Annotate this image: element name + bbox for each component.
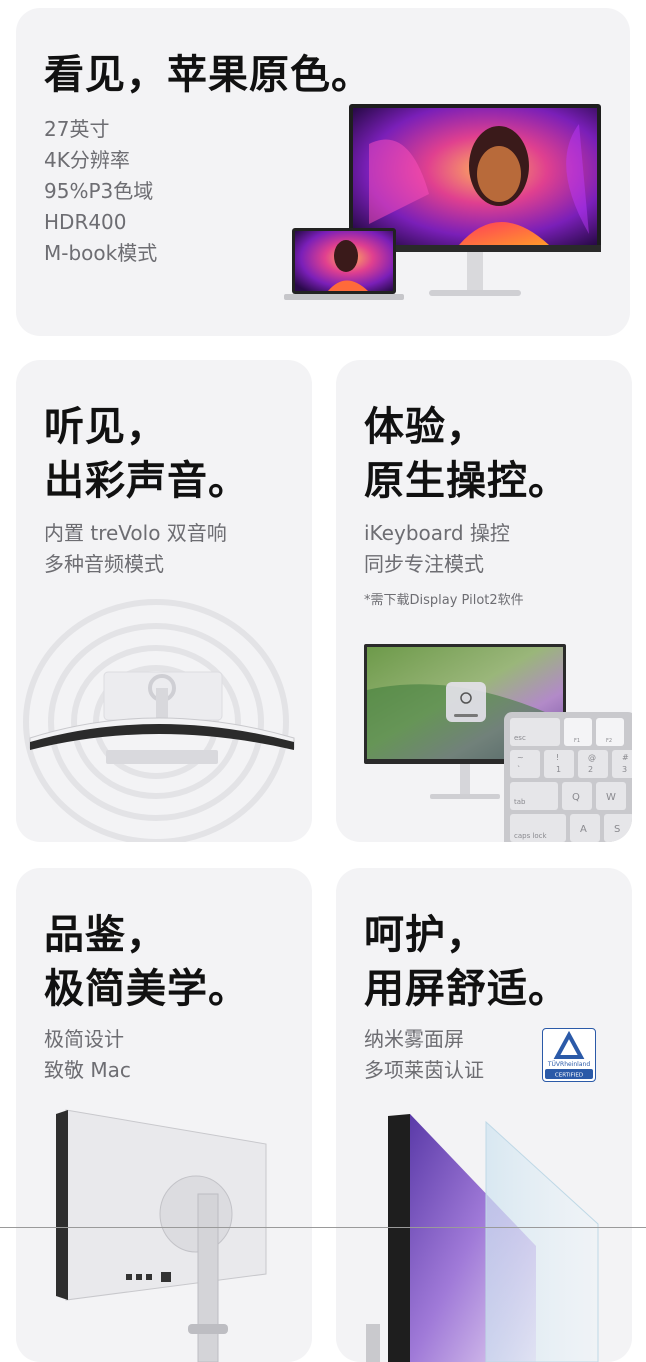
key-f2: F2 [606,738,612,744]
display-title: 看见，苹果原色。 [44,52,372,98]
eyecare-feature-matte: 纳米雾面屏 [364,1027,464,1051]
key-excl-bottom: 1 [556,765,561,774]
key-hash-bottom: 3 [622,765,627,774]
display-feature-resolution: 4K分辨率 [44,148,130,172]
audio-feature-card: 听见， 出彩声音。 内置 treVolo 双音响 多种音频模式 [16,360,312,842]
tuv-certified-badge-icon: TÜVRheinland CERTIFIED [542,1028,596,1082]
control-title-line1: 体验， [364,404,487,450]
design-feature-card: 品鉴， 极简美学。 极简设计 致敬 Mac [16,868,312,1362]
key-a: A [580,824,587,835]
control-feature-ikeyboard: iKeyboard 操控 [364,521,510,545]
display-feature-size: 27英寸 [44,117,110,141]
display-feature-mbook-mode: M-book模式 [44,241,158,265]
eyecare-title-line2: 用屏舒适。 [364,966,569,1012]
laptop-image [284,228,404,300]
key-excl-top: ! [556,753,559,762]
design-feature-tribute-mac: 致敬 Mac [44,1058,131,1082]
display-feature-hdr: HDR400 [44,210,127,234]
control-feature-card: 体验， 原生操控。 iKeyboard 操控 同步专注模式 *需下载Displa… [336,360,632,842]
key-tab: tab [514,798,526,806]
key-tilde-top: ~ [517,753,524,762]
key-at-bottom: 2 [588,765,593,774]
control-title-line2: 原生操控。 [364,458,569,504]
audio-title-line1: 听见， [44,404,167,450]
eyecare-title-line1: 呵护， [364,912,487,958]
display-feature-card: 看见，苹果原色。 27英寸 4K分辨率 95%P3色域 HDR400 M-boo… [16,8,630,336]
tuv-brand-text: TÜVRheinland [547,1061,590,1068]
display-feature-color-gamut: 95%P3色域 [44,179,154,203]
keyboard-monitor-image: esc F1 F2 ~ ` ! 1 @ 2 # 3 tab Q W caps l… [364,644,632,842]
matte-screen-image [366,1114,599,1362]
tuv-certified-text: CERTIFIED [555,1073,583,1079]
divider-line [0,1227,646,1228]
key-at-top: @ [588,753,596,762]
key-s: S [614,824,620,835]
design-feature-minimal: 极简设计 [44,1027,124,1051]
key-hash-top: # [622,753,629,762]
key-esc: esc [514,734,526,742]
design-title-line1: 品鉴， [44,912,167,958]
monitor-rear-image [56,1109,267,1362]
eyecare-feature-card: 呵护， 用屏舒适。 纳米雾面屏 多项莱茵认证 TÜVRheinland CERT… [336,868,632,1362]
audio-feature-modes: 多种音频模式 [44,552,164,576]
key-w: W [606,792,616,803]
key-q: Q [572,792,580,803]
control-feature-focus-mode: 同步专注模式 [364,552,484,576]
key-caps-lock: caps lock [514,832,548,840]
key-tilde-bottom: ` [517,764,521,774]
audio-feature-speakers: 内置 treVolo 双音响 [44,521,227,545]
key-f1: F1 [574,738,580,744]
eyecare-feature-certification: 多项莱茵认证 [364,1058,484,1082]
software-requirement-note: *需下载Display Pilot2软件 [364,593,524,608]
audio-title-line2: 出彩声音。 [44,458,249,504]
speaker-monitor-image [23,599,295,842]
design-title-line2: 极简美学。 [44,966,249,1012]
